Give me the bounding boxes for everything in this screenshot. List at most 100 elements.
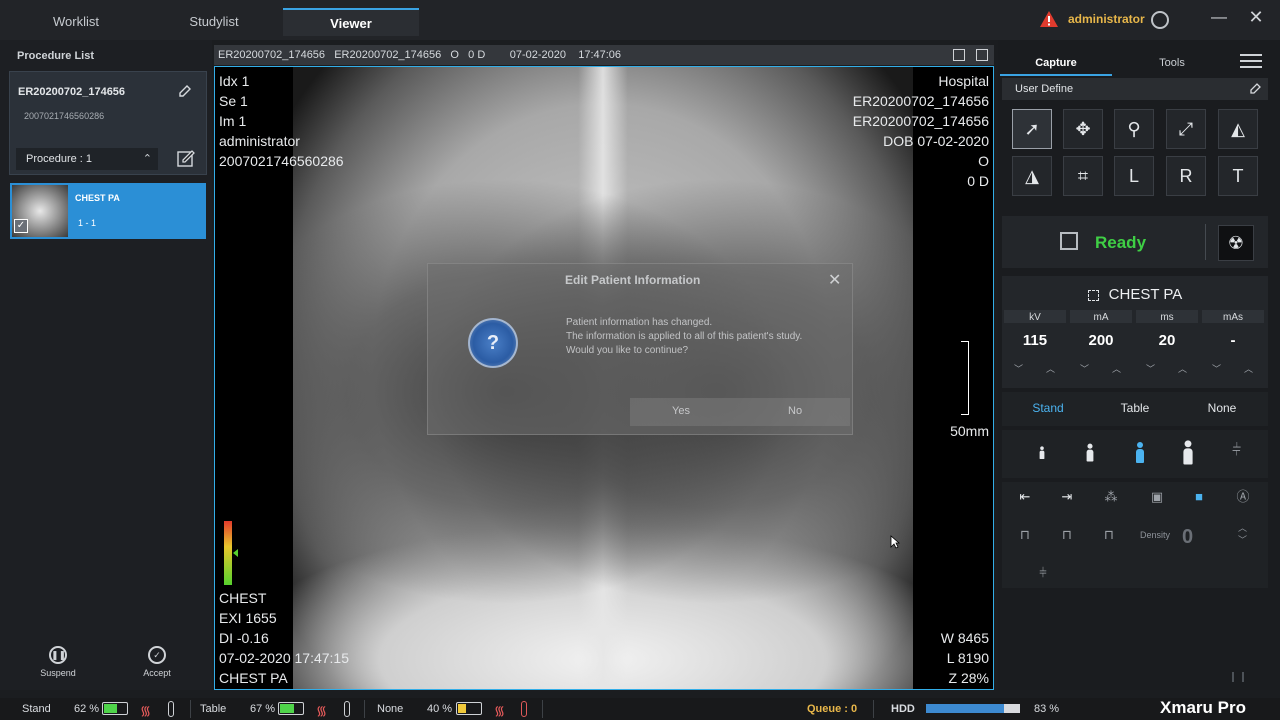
edit-patient-dialog[interactable]: Edit Patient Information ✕ ? Patient inf… bbox=[427, 263, 853, 435]
tab-studylist[interactable]: Studylist bbox=[146, 8, 282, 36]
fit-expand-icon[interactable]: ⤢ bbox=[1166, 109, 1206, 149]
hdd-label: HDD bbox=[891, 703, 915, 715]
fullscreen-icon[interactable] bbox=[976, 49, 988, 61]
grid-layout-icon[interactable] bbox=[952, 49, 965, 61]
settings-sliders-icon[interactable] bbox=[1240, 50, 1262, 70]
table-battery-pct: 67 % bbox=[250, 703, 276, 715]
crop-icon[interactable]: ⌗ bbox=[1063, 156, 1103, 196]
kv-up-icon[interactable]: ︿ bbox=[1046, 362, 1055, 375]
tab-worklist[interactable]: Worklist bbox=[8, 8, 144, 36]
hdd-usage-bar bbox=[926, 704, 1020, 713]
overlay-body-part: CHEST bbox=[219, 590, 267, 606]
pause-small-icon[interactable] bbox=[1232, 672, 1244, 682]
procedure-label: Procedure : 1 bbox=[26, 153, 93, 165]
position-none[interactable]: None bbox=[1178, 401, 1266, 415]
divider bbox=[542, 700, 543, 718]
auto-icon[interactable]: Ⓐ bbox=[1230, 486, 1256, 508]
warning-icon[interactable] bbox=[1040, 11, 1058, 27]
body-child-icon[interactable] bbox=[1086, 443, 1094, 463]
edit-note-icon[interactable] bbox=[175, 148, 197, 170]
flip-icon[interactable]: ◮ bbox=[1012, 156, 1052, 196]
zoom-magnifier-icon[interactable]: ⚲ bbox=[1114, 109, 1154, 149]
minimize-button[interactable]: — bbox=[1210, 9, 1228, 29]
radiation-icon[interactable]: ☢ bbox=[1218, 225, 1254, 261]
divider bbox=[873, 700, 874, 718]
scale-label: 50mm bbox=[950, 423, 989, 439]
overlay-di: DI -0.16 bbox=[219, 630, 269, 646]
kv-down-icon[interactable]: ﹀ bbox=[1014, 362, 1023, 375]
procedure-selector[interactable]: Procedure : 1 ⌃ bbox=[16, 148, 158, 170]
divider bbox=[364, 700, 365, 718]
user-define-bar[interactable]: User Define bbox=[1002, 78, 1268, 100]
grid-left-icon[interactable]: ⊓ bbox=[1012, 524, 1038, 546]
grid-center-icon[interactable]: ⊓ bbox=[1054, 524, 1080, 546]
check-icon: ✓ bbox=[148, 646, 166, 664]
param-mas-value: - bbox=[1230, 332, 1236, 349]
body-infant-icon[interactable] bbox=[1039, 446, 1045, 459]
overlay-acq-time: 07-02-2020 17:47:15 bbox=[219, 650, 349, 666]
study-item[interactable]: ✓ CHEST PA 1 - 1 bbox=[10, 183, 206, 239]
ms-down-icon[interactable]: ﹀ bbox=[1146, 362, 1155, 375]
procedure-accession: 2007021746560286 bbox=[24, 111, 105, 121]
top-bar: Worklist Studylist Viewer administrator … bbox=[0, 0, 1280, 40]
field-full-icon[interactable]: ■ bbox=[1186, 486, 1212, 508]
pencil-icon[interactable] bbox=[178, 84, 192, 98]
text-annotation-icon[interactable]: T bbox=[1218, 156, 1258, 196]
position-stand[interactable]: Stand bbox=[1004, 401, 1092, 415]
tab-capture[interactable]: Capture bbox=[1000, 54, 1112, 76]
collimator-icon[interactable]: ⫩ bbox=[1232, 442, 1241, 460]
overlay-zoom: Z 28% bbox=[948, 670, 989, 686]
sid-left-icon[interactable]: ⇤ bbox=[1012, 486, 1038, 508]
status-bar: Stand 62 % ᯾ Table 67 % ᯾ None 40 % ᯾ Qu… bbox=[0, 698, 1280, 720]
chevron-up-icon[interactable]: ⌃ bbox=[143, 148, 152, 170]
overlay-window: W 8465 bbox=[940, 630, 989, 646]
checkbox-icon[interactable]: ✓ bbox=[14, 219, 28, 233]
yes-button[interactable]: Yes bbox=[672, 405, 690, 417]
pan-move-icon[interactable]: ✥ bbox=[1063, 109, 1103, 149]
mas-down-icon[interactable]: ﹀ bbox=[1212, 362, 1221, 375]
tab-tools[interactable]: Tools bbox=[1122, 54, 1222, 76]
tab-viewer[interactable]: Viewer bbox=[283, 8, 419, 36]
mas-up-icon[interactable]: ︿ bbox=[1244, 362, 1253, 375]
density-value: 0 bbox=[1182, 526, 1194, 548]
density-stepper[interactable]: ︿ ﹀ bbox=[1238, 522, 1247, 546]
overlay-top-right: Hospital ER20200702_174656 ER20200702_17… bbox=[853, 71, 989, 191]
pause-icon: ❚❚ bbox=[49, 646, 67, 664]
procedure-card[interactable]: ER20200702_174656 2007021746560286 Proce… bbox=[9, 71, 207, 175]
study-sequence: 1 - 1 bbox=[78, 218, 97, 228]
user-icon[interactable] bbox=[1151, 11, 1169, 29]
exposure-marker-icon bbox=[233, 549, 238, 557]
ready-status: Ready bbox=[1095, 233, 1147, 252]
filter-icon[interactable]: ⫩ bbox=[1030, 562, 1056, 584]
suspend-button[interactable]: ❚❚ Suspend bbox=[28, 646, 88, 678]
none-wifi-icon: ᯾ bbox=[494, 703, 506, 718]
sid-right-icon[interactable]: ⇥ bbox=[1054, 486, 1080, 508]
scale-bar bbox=[961, 341, 969, 415]
pencil-icon[interactable] bbox=[1250, 82, 1262, 94]
grid-right-icon[interactable]: ⊓ bbox=[1096, 524, 1122, 546]
user-name: administrator bbox=[1068, 12, 1145, 26]
body-large-icon[interactable] bbox=[1183, 440, 1193, 465]
left-marker-icon[interactable]: L bbox=[1114, 156, 1154, 196]
close-button[interactable]: ✕ bbox=[1247, 7, 1265, 27]
ma-down-icon[interactable]: ﹀ bbox=[1080, 362, 1089, 375]
select-pointer-icon[interactable]: ➚ bbox=[1012, 109, 1052, 149]
body-adult-icon[interactable] bbox=[1136, 442, 1144, 464]
accept-button[interactable]: ✓ Accept bbox=[127, 646, 187, 678]
overlay-top-left: Idx 1 Se 1 Im 1 administrator 2007021746… bbox=[219, 71, 344, 171]
ms-up-icon[interactable]: ︿ bbox=[1178, 362, 1187, 375]
dialog-close-icon[interactable]: ✕ bbox=[828, 270, 841, 290]
ma-up-icon[interactable]: ︿ bbox=[1112, 362, 1121, 375]
density-label: Density bbox=[1140, 530, 1171, 540]
field-center-icon[interactable]: ▣ bbox=[1144, 486, 1170, 508]
rotate-icon[interactable]: ◭ bbox=[1218, 109, 1258, 149]
overlay-exi: EXI 1655 bbox=[219, 610, 277, 626]
dialog-message: Patient information has changed. The inf… bbox=[566, 316, 802, 358]
viewer-header: ER20200702_174656 ER20200702_174656 O 0 … bbox=[214, 45, 994, 65]
dialog-line: The information is applied to all of thi… bbox=[566, 331, 803, 342]
position-table[interactable]: Table bbox=[1091, 401, 1179, 415]
no-button[interactable]: No bbox=[788, 405, 802, 417]
overlay-operator: administrator bbox=[219, 133, 300, 149]
right-marker-icon[interactable]: R bbox=[1166, 156, 1206, 196]
aec-chamber-icon[interactable]: ⁂ bbox=[1098, 486, 1124, 508]
